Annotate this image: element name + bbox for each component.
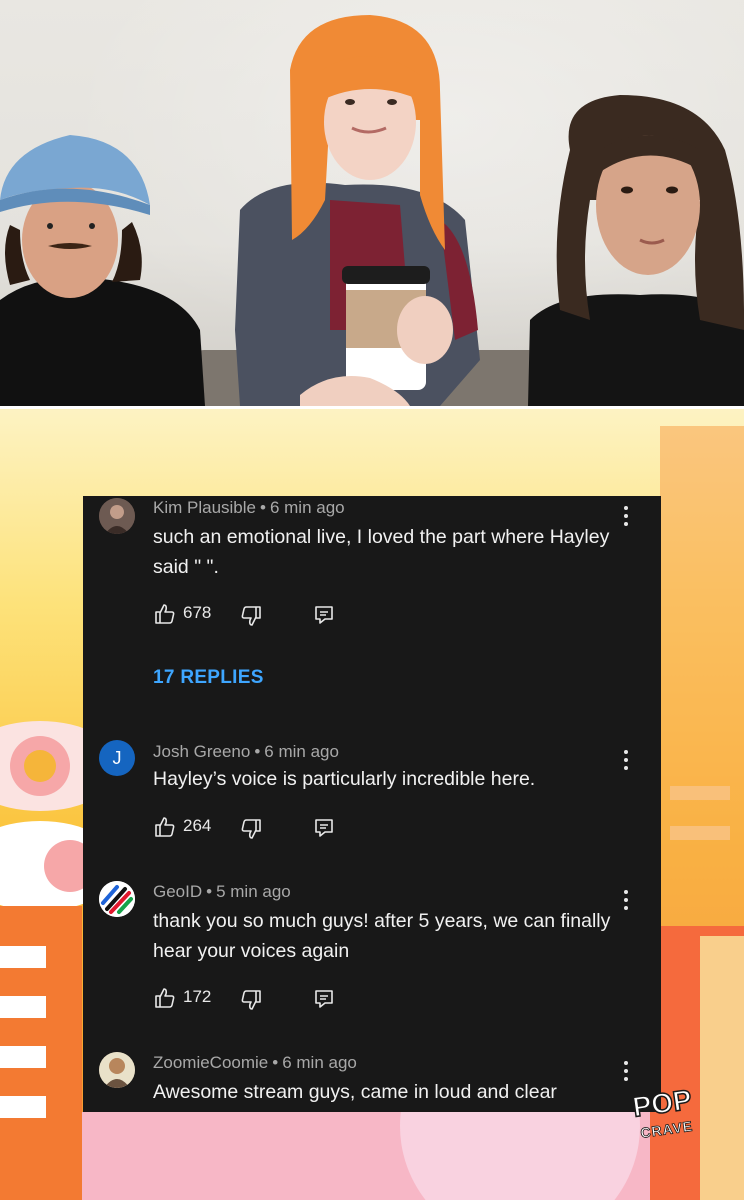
comments-panel: Kim Plausible • 6 min ago such an emotiona… — [83, 496, 661, 1112]
like-count: 678 — [183, 603, 212, 622]
reply-icon[interactable] — [313, 988, 335, 1010]
thumbs-down-icon[interactable] — [239, 988, 263, 1012]
profile-photo-icon[interactable] — [99, 1052, 135, 1088]
thumbs-up-icon[interactable] — [153, 602, 177, 626]
thumbs-up-icon[interactable] — [153, 986, 177, 1010]
avatar[interactable]: J — [99, 740, 135, 776]
comment-actions: 172 — [153, 986, 413, 1012]
logo-line1: POP — [631, 1084, 694, 1123]
striped-logo-icon[interactable] — [99, 881, 135, 917]
pop-crave-logo: POP CRAVE — [628, 1082, 708, 1144]
meta-separator: • — [254, 742, 261, 761]
comment-text: Awesome stream guys, came in loud and cl… — [153, 1081, 557, 1103]
comment-meta: Josh Greeno • 6 min ago — [153, 742, 339, 762]
meta-separator: • — [260, 498, 266, 517]
comment-text: thank you so much guys! after 5 years, w… — [153, 910, 611, 962]
comment-time: 5 min ago — [216, 882, 291, 901]
comment-meta: Kim Plausible • 6 min ago — [153, 498, 345, 518]
comment-time: 6 min ago — [269, 498, 345, 517]
comment-time: 6 min ago — [282, 1053, 357, 1072]
comment-author[interactable]: Josh Greeno — [153, 742, 250, 761]
person-right — [528, 95, 744, 406]
thumbs-down-icon[interactable] — [239, 817, 263, 841]
comment-actions: 264 — [153, 815, 413, 841]
comment-author[interactable]: GeoID — [153, 882, 202, 901]
avatar-letter: J — [112, 747, 122, 768]
logo-line2: CRAVE — [639, 1118, 694, 1141]
thumbs-down-icon[interactable] — [239, 604, 263, 628]
comment-text: such an emotional live, I loved the part… — [153, 526, 610, 578]
comment-text: Hayley’s voice is particularly incredibl… — [153, 768, 536, 790]
like-count: 264 — [183, 816, 212, 835]
comment-meta: GeoID • 5 min ago — [153, 882, 291, 902]
comment-actions: 678 — [153, 602, 413, 628]
reply-icon[interactable] — [313, 604, 335, 626]
video-people-illustration — [0, 15, 744, 406]
meta-separator: • — [272, 1053, 279, 1072]
comment-author[interactable]: Kim Plausible — [153, 498, 256, 517]
view-replies-link[interactable]: 17 REPLIES — [153, 667, 264, 689]
thumbs-up-icon[interactable] — [153, 815, 177, 839]
reply-icon[interactable] — [313, 817, 335, 839]
meta-separator: • — [206, 882, 213, 901]
person-middle — [235, 15, 480, 406]
video-still — [0, 0, 744, 406]
comment-author[interactable]: ZoomieCoomie — [153, 1053, 268, 1072]
like-count: 172 — [183, 987, 212, 1006]
comment-meta: ZoomieCoomie • 6 min ago — [153, 1053, 357, 1073]
person-left — [0, 135, 205, 406]
profile-photo-icon[interactable] — [99, 498, 135, 534]
comment-time: 6 min ago — [264, 742, 339, 761]
